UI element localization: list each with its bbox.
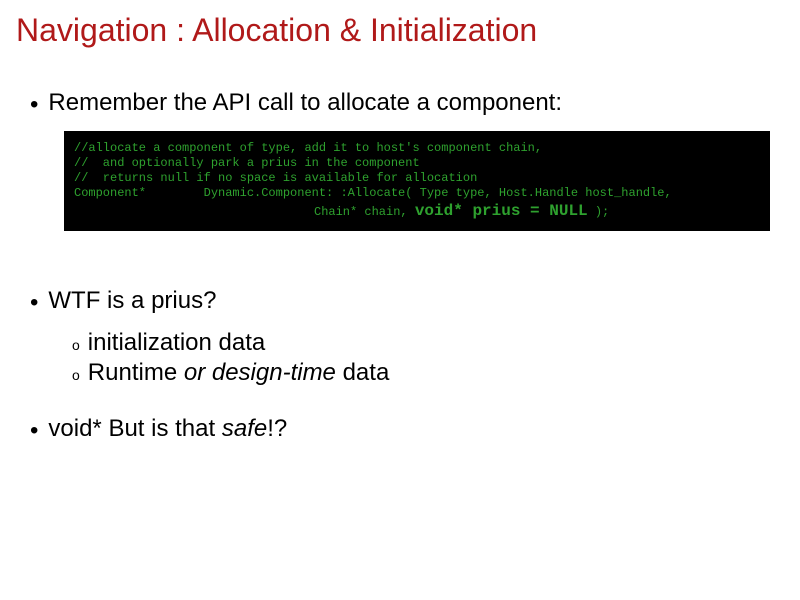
- spacer: [16, 387, 784, 415]
- bullet-text: void* But is that safe!?: [48, 415, 287, 443]
- text-italic: or design-time: [184, 359, 336, 386]
- code-line: // and optionally park a prius in the co…: [74, 156, 420, 170]
- slide: Navigation : Allocation & Initialization…: [0, 0, 800, 473]
- bullet-item-2: • WTF is a prius?: [30, 287, 784, 315]
- text-segment: void* But is that: [48, 415, 221, 442]
- bullet-text: Remember the API call to allocate a comp…: [48, 89, 562, 117]
- bullet-dot-icon: •: [30, 291, 38, 315]
- circle-bullet-icon: o: [72, 337, 80, 353]
- text-segment: Runtime: [88, 359, 184, 386]
- code-line: Chain* chain, void* prius = NULL );: [74, 201, 760, 221]
- code-line: // returns null if no space is available…: [74, 171, 477, 185]
- sub-bullet-2: o Runtime or design-time data: [72, 359, 784, 387]
- text-italic: safe: [222, 415, 267, 442]
- sub-bullet-text: Runtime or design-time data: [88, 359, 390, 387]
- code-block: //allocate a component of type, add it t…: [64, 131, 770, 231]
- text-segment: data: [336, 359, 389, 386]
- bullet-item-1: • Remember the API call to allocate a co…: [30, 89, 784, 117]
- sub-bullet-1: o initialization data: [72, 329, 784, 357]
- code-segment: Chain* chain,: [314, 205, 415, 219]
- code-segment: );: [588, 205, 610, 219]
- circle-bullet-icon: o: [72, 367, 80, 383]
- code-line: Component* Dynamic.Component: :Allocate(…: [74, 186, 672, 200]
- code-highlight: void* prius = NULL: [415, 202, 588, 220]
- bullet-item-3: • void* But is that safe!?: [30, 415, 784, 443]
- sub-bullet-text: initialization data: [88, 329, 265, 357]
- slide-title: Navigation : Allocation & Initialization: [16, 12, 784, 49]
- bullet-dot-icon: •: [30, 419, 38, 443]
- spacer: [16, 259, 784, 287]
- code-line: //allocate a component of type, add it t…: [74, 141, 542, 155]
- text-segment: !?: [267, 415, 287, 442]
- bullet-dot-icon: •: [30, 93, 38, 117]
- bullet-text: WTF is a prius?: [48, 287, 216, 315]
